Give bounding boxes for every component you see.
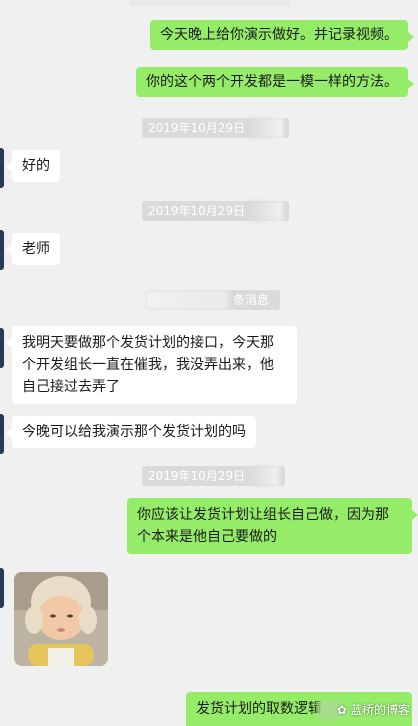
timestamp-text: 2019年10月29日 <box>148 469 246 483</box>
outgoing-message-bubble[interactable]: 你的这个两个开发都是一模一样的方法。 <box>136 67 414 97</box>
outgoing-message-bubble[interactable]: 你应该让发货计划让组长自己做，因为那个本来是他自己要做的 <box>127 498 418 554</box>
watermark-text: 蓝桥的博客 <box>349 703 410 717</box>
outgoing-message-bubble[interactable]: 今天晚上给你演示做好。并记录视频。 <box>150 20 414 50</box>
image-message[interactable] <box>14 572 108 666</box>
timestamp-divider: 2019年10月29日 <box>142 118 289 138</box>
contact-avatar[interactable] <box>0 568 4 608</box>
blurred-region <box>248 466 279 486</box>
watermark: ✿ 蓝桥的博客 <box>337 701 410 718</box>
blurred-region <box>248 201 283 221</box>
contact-avatar[interactable] <box>0 328 4 368</box>
system-notice: 条消息 <box>145 290 280 310</box>
timestamp-divider: 2019年10月29日 <box>142 201 289 221</box>
wechat-logo-icon: ✿ <box>336 702 347 717</box>
incoming-message-bubble[interactable]: 好的 <box>6 150 60 182</box>
contact-avatar[interactable] <box>0 230 4 270</box>
incoming-message-bubble[interactable]: 老师 <box>6 233 60 265</box>
blurred-region <box>248 118 283 138</box>
timestamp-text: 2019年10月29日 <box>148 204 246 218</box>
system-notice-text: 条消息 <box>232 293 269 307</box>
incoming-message-bubble[interactable]: 今晚可以给我演示那个发货计划的吗 <box>6 416 256 448</box>
timestamp-text: 2019年10月29日 <box>148 121 246 135</box>
blurred-region <box>145 290 229 310</box>
message-text: 发货计划的取数逻辑 <box>196 701 322 717</box>
contact-avatar[interactable] <box>0 414 4 454</box>
child-photo <box>14 572 108 666</box>
incoming-message-bubble[interactable]: 我明天要做那个发货计划的接口，今天那个开发组长一直在催我，我没弄出来，他自己接过… <box>6 326 297 404</box>
top-scroll-edge <box>130 0 290 6</box>
timestamp-divider: 2019年10月29日 <box>142 466 285 486</box>
contact-avatar[interactable] <box>0 148 4 188</box>
